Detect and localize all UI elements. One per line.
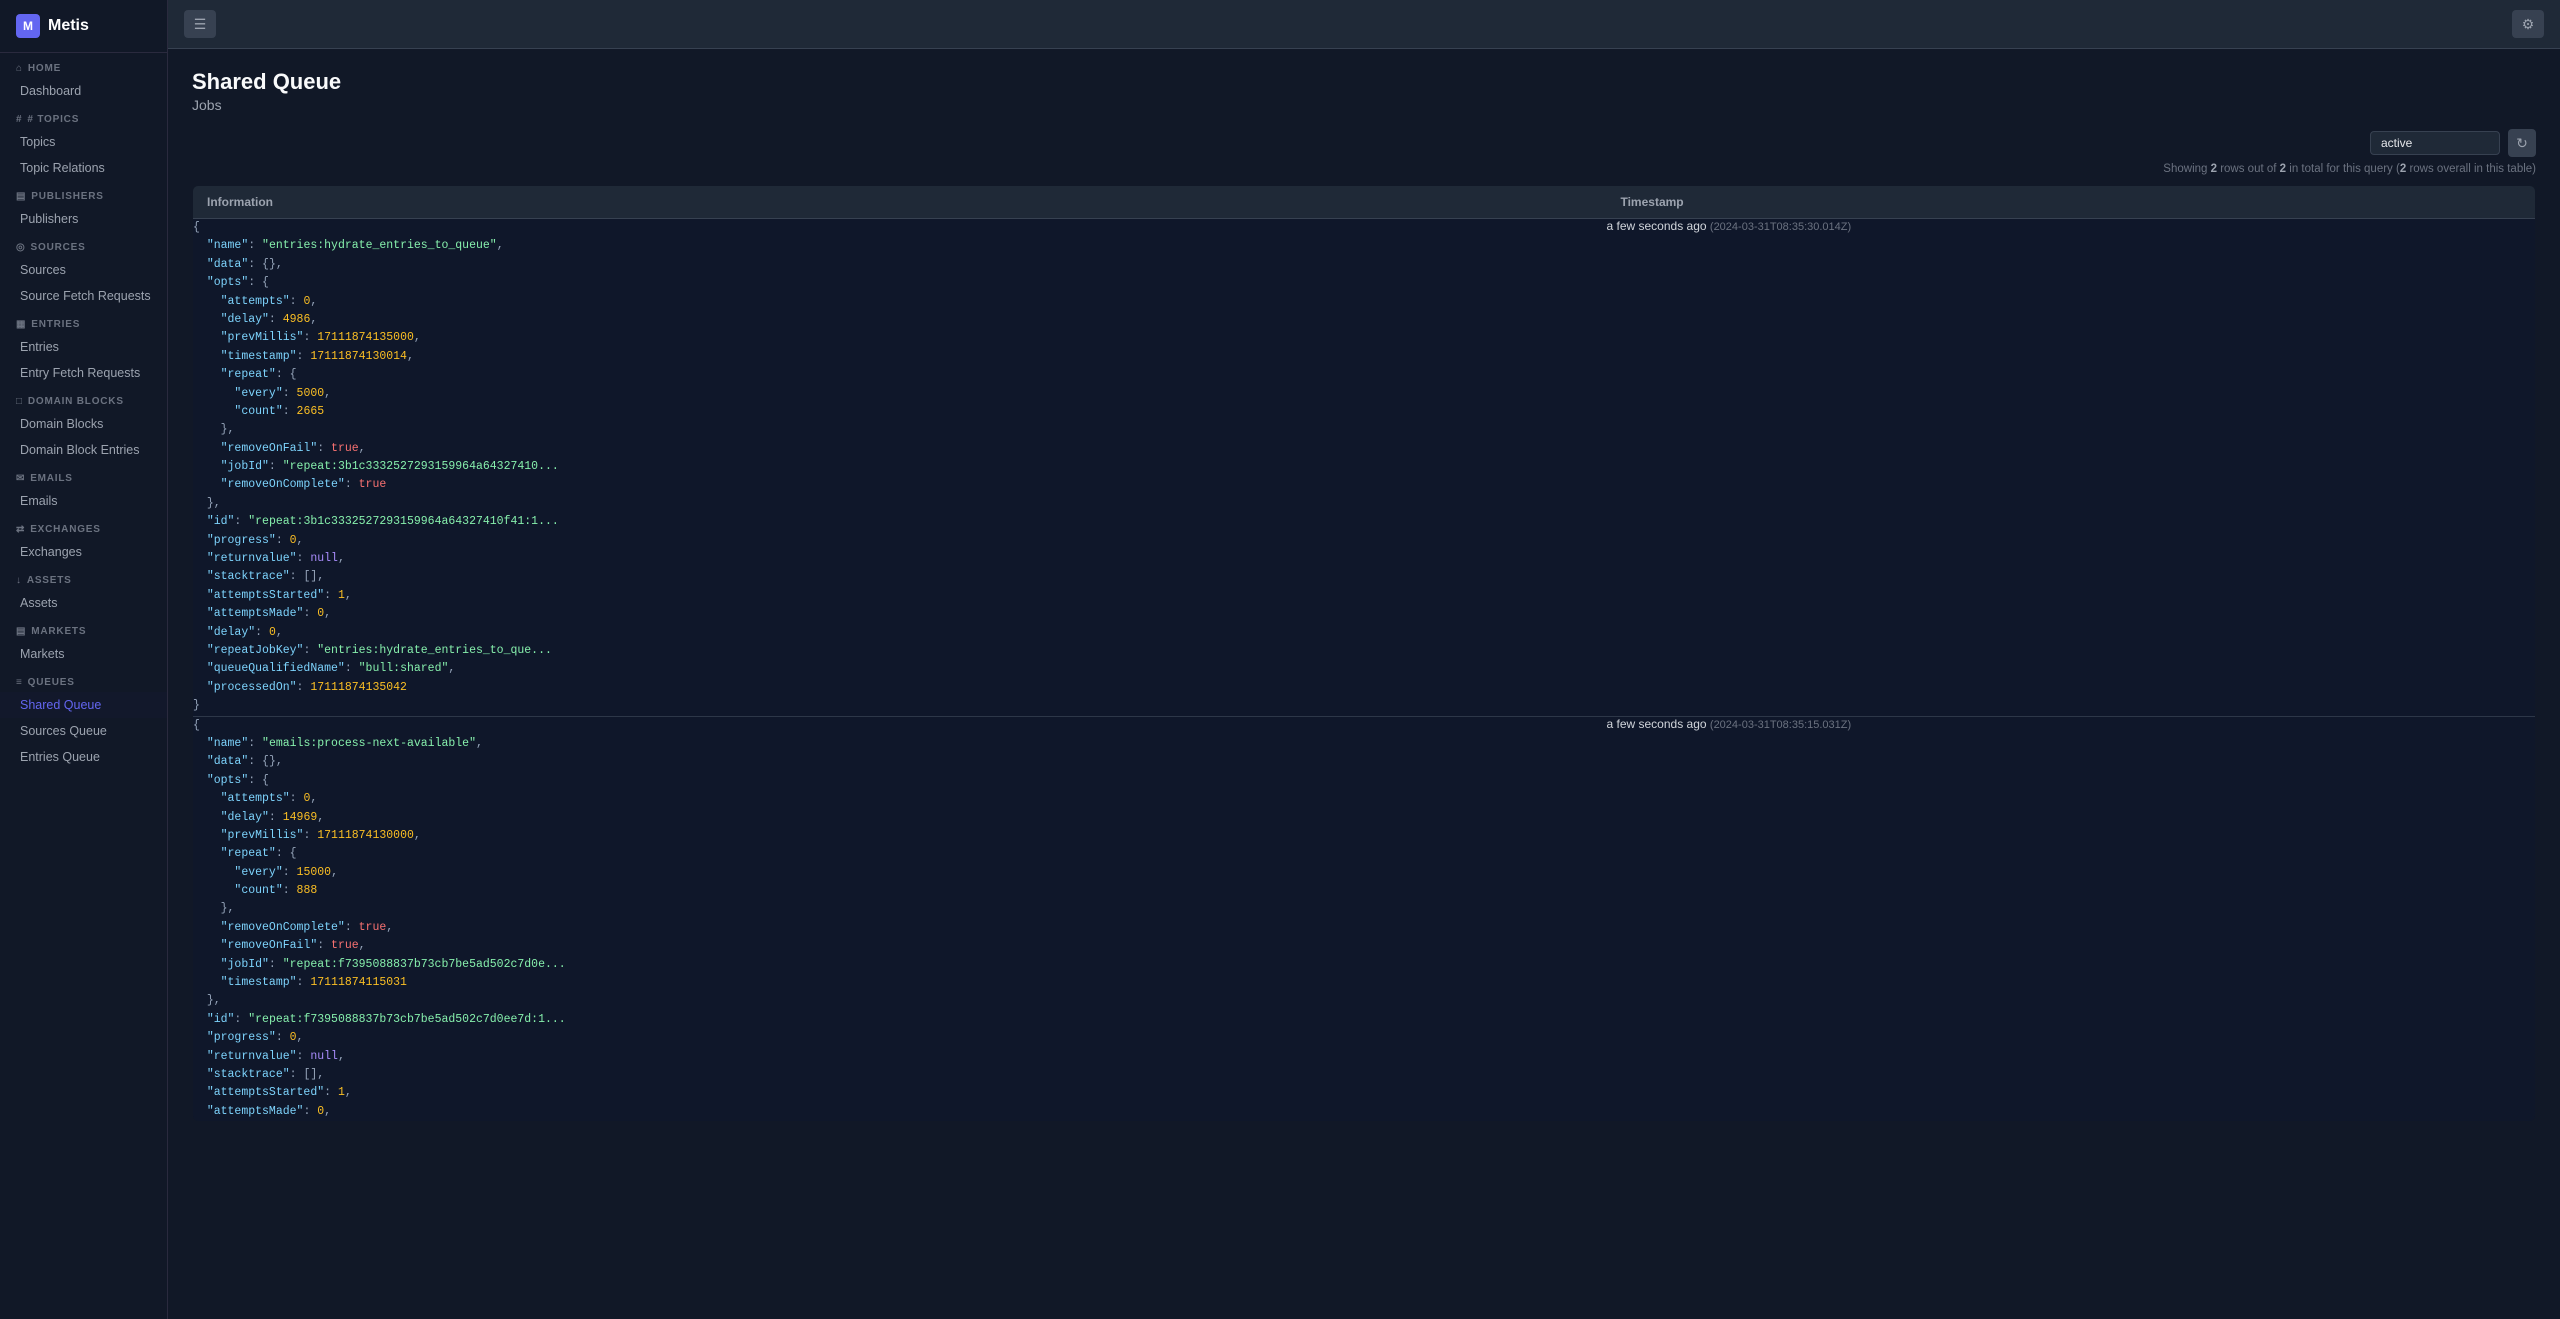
sidebar-section-topics: # # TOPICS: [0, 104, 167, 129]
sidebar-item-domain-blocks[interactable]: Domain Blocks: [0, 411, 167, 437]
table-row: { "name": "entries:hydrate_entries_to_qu…: [193, 219, 2536, 717]
sidebar-section-domain-blocks: □ DOMAIN BLOCKS: [0, 386, 167, 411]
timestamp-relative: a few seconds ago: [1606, 717, 1706, 731]
sidebar-item-domain-block-entries[interactable]: Domain Block Entries: [0, 437, 167, 463]
sidebar-section-emails: ✉ EMAILS: [0, 463, 167, 488]
domain-blocks-section-icon: □: [16, 396, 23, 407]
sidebar-item-assets[interactable]: Assets: [0, 590, 167, 616]
logo-icon: M: [16, 14, 40, 38]
rows-shown: 2: [2211, 163, 2217, 175]
sidebar-item-exchanges[interactable]: Exchanges: [0, 539, 167, 565]
hamburger-button[interactable]: ☰: [184, 10, 216, 38]
home-section-icon: ⌂: [16, 63, 23, 74]
page-subtitle: Jobs: [192, 97, 2536, 113]
topbar-left: ☰: [184, 10, 216, 38]
sidebar-item-emails[interactable]: Emails: [0, 488, 167, 514]
row-count: Showing 2 rows out of 2 in total for thi…: [192, 163, 2536, 175]
sidebar-section-entries: ▦ ENTRIES: [0, 309, 167, 334]
content-area: Shared Queue Jobs ↻ Showing 2 rows out o…: [168, 49, 2560, 1319]
table-row: { "name": "emails:process-next-available…: [193, 716, 2536, 1122]
sidebar-item-sources[interactable]: Sources: [0, 257, 167, 283]
col-timestamp: Timestamp: [1606, 186, 2535, 219]
sidebar-item-dashboard[interactable]: Dashboard: [0, 78, 167, 104]
sidebar-section-publishers: ▤ PUBLISHERS: [0, 181, 167, 206]
sidebar-item-entry-fetch-requests[interactable]: Entry Fetch Requests: [0, 360, 167, 386]
sidebar-section-queues: ≡ QUEUES: [0, 667, 167, 692]
sidebar-section-exchanges: ⇄ EXCHANGES: [0, 514, 167, 539]
sidebar-section-assets: ↓ ASSETS: [0, 565, 167, 590]
table-body: { "name": "entries:hydrate_entries_to_qu…: [193, 219, 2536, 1122]
topbar-right: ⚙: [2512, 10, 2544, 38]
timestamp-absolute: (2024-03-31T08:35:30.014Z): [1710, 221, 1851, 233]
sidebar-item-entries-queue[interactable]: Entries Queue: [0, 744, 167, 770]
sidebar-item-source-fetch-requests[interactable]: Source Fetch Requests: [0, 283, 167, 309]
timestamp-absolute: (2024-03-31T08:35:15.031Z): [1710, 719, 1851, 731]
queues-section-icon: ≡: [16, 677, 23, 688]
exchanges-section-icon: ⇄: [16, 524, 25, 535]
rows-total: 2: [2400, 163, 2406, 175]
sidebar-section-sources: ◎ SOURCES: [0, 232, 167, 257]
markets-section-icon: ▤: [16, 626, 26, 637]
app-name: Metis: [48, 17, 89, 35]
topics-section-icon: #: [16, 114, 22, 125]
sidebar-section-markets: ▤ MARKETS: [0, 616, 167, 641]
page-title: Shared Queue: [192, 69, 2536, 95]
sources-section-icon: ◎: [16, 242, 26, 253]
jobs-table: Information Timestamp { "name": "entries…: [192, 185, 2536, 1122]
table-header-row: Information Timestamp: [193, 186, 2536, 219]
emails-section-icon: ✉: [16, 473, 25, 484]
sidebar-item-publishers[interactable]: Publishers: [0, 206, 167, 232]
sidebar-item-topic-relations[interactable]: Topic Relations: [0, 155, 167, 181]
toolbar: ↻: [192, 129, 2536, 157]
info-cell-0: { "name": "entries:hydrate_entries_to_qu…: [193, 219, 1607, 717]
info-cell-1: { "name": "emails:process-next-available…: [193, 716, 1607, 1122]
settings-button[interactable]: ⚙: [2512, 10, 2544, 38]
sidebar: M Metis ⌂ HOME Dashboard # # TOPICS Topi…: [0, 0, 168, 1319]
col-information: Information: [193, 186, 1607, 219]
app-logo: M Metis: [0, 0, 167, 53]
sidebar-item-markets[interactable]: Markets: [0, 641, 167, 667]
sidebar-section-home: ⌂ HOME: [0, 53, 167, 78]
sidebar-item-entries[interactable]: Entries: [0, 334, 167, 360]
timestamp-cell-0: a few seconds ago (2024-03-31T08:35:30.0…: [1606, 219, 2535, 717]
sidebar-item-topics[interactable]: Topics: [0, 129, 167, 155]
refresh-button[interactable]: ↻: [2508, 129, 2536, 157]
assets-section-icon: ↓: [16, 575, 22, 586]
filter-input[interactable]: [2370, 131, 2500, 155]
entries-section-icon: ▦: [16, 319, 26, 330]
rows-out-of: 2: [2280, 163, 2286, 175]
timestamp-relative: a few seconds ago: [1606, 219, 1706, 233]
sidebar-item-shared-queue[interactable]: Shared Queue: [0, 692, 167, 718]
publishers-section-icon: ▤: [16, 191, 26, 202]
sidebar-item-sources-queue[interactable]: Sources Queue: [0, 718, 167, 744]
topbar: ☰ ⚙: [168, 0, 2560, 49]
timestamp-cell-1: a few seconds ago (2024-03-31T08:35:15.0…: [1606, 716, 2535, 1122]
main-content: ☰ ⚙ Shared Queue Jobs ↻ Showing 2 rows o…: [168, 0, 2560, 1319]
